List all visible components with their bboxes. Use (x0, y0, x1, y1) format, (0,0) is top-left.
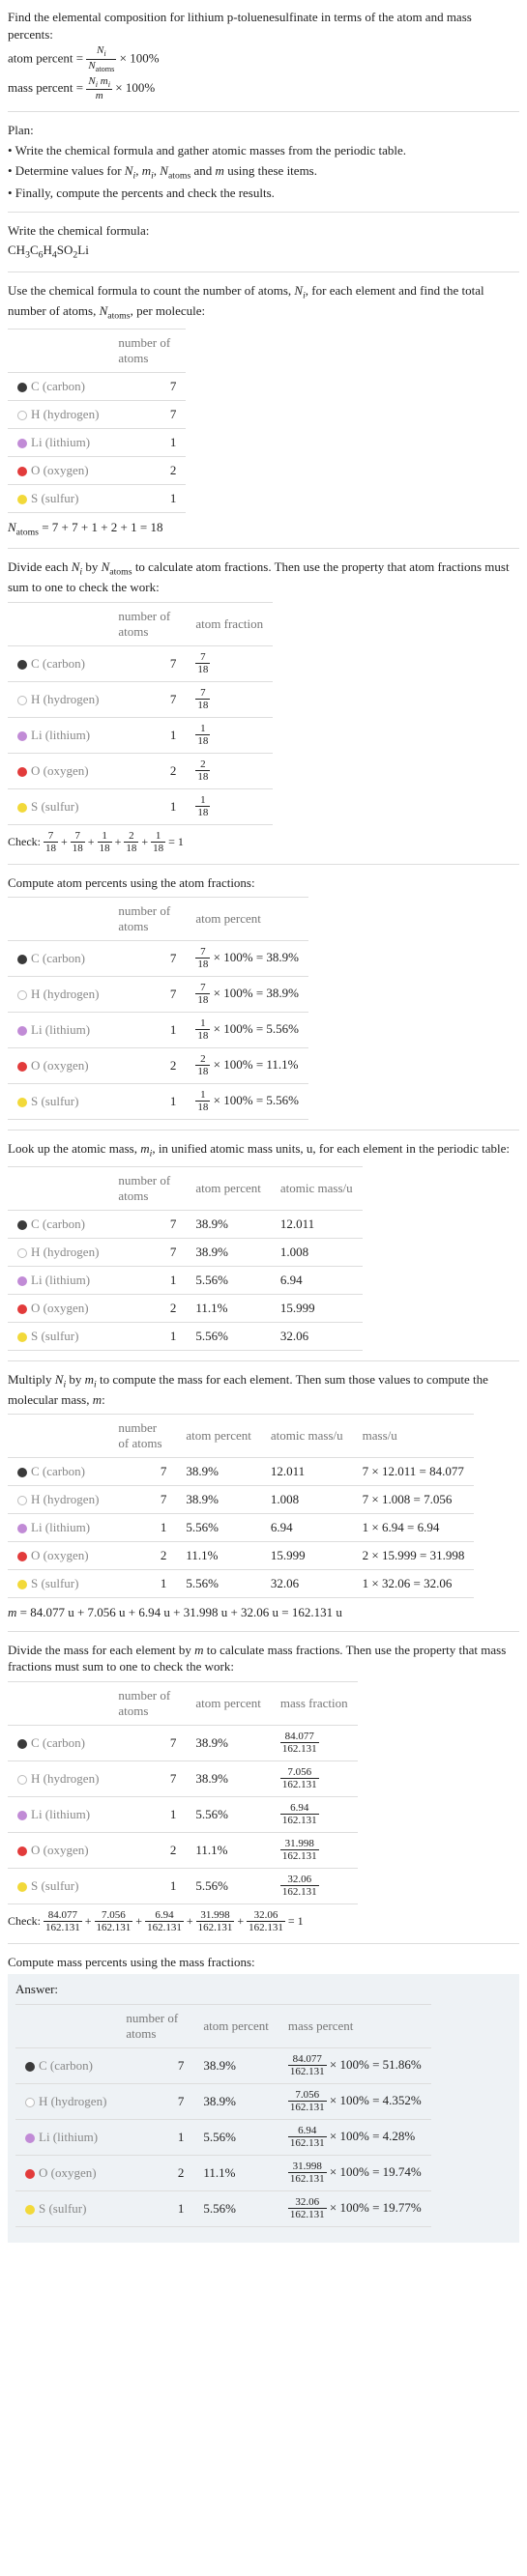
lookup-mass-section: Look up the atomic mass, mi, in unified … (8, 1140, 519, 1351)
table-row: O (oxygen)211.1%15.999 (8, 1294, 363, 1322)
table-row: H (hydrogen)7 (8, 400, 186, 428)
mass-percent-formula: mass percent = Ni mim × 100% (8, 76, 519, 101)
table-row: H (hydrogen)738.9%7.056162.131 × 100% = … (15, 2083, 431, 2119)
write-formula-section: Write the chemical formula: CH3C6H4SO2Li (8, 222, 519, 262)
atom-percents-table: number of atomsatom percent C (carbon)77… (8, 897, 308, 1120)
table-row: H (hydrogen)738.9%1.0087 × 1.008 = 7.056 (8, 1486, 474, 1514)
table-row: C (carbon)7 (8, 372, 186, 400)
table-row: S (sulfur)1118 (8, 788, 273, 824)
table-row: Li (lithium)15.56%6.94162.131 (8, 1796, 358, 1832)
table-row: S (sulfur)15.56%32.061 × 32.06 = 32.06 (8, 1570, 474, 1598)
table-row: Li (lithium)1118 (8, 717, 273, 753)
table-row: C (carbon)738.9%12.0117 × 12.011 = 84.07… (8, 1458, 474, 1486)
atom-percent-formula: atom percent = NiNatoms × 100% (8, 45, 519, 73)
mass-fractions-check: Check: 84.077162.131 + 7.056162.131 + 6.… (8, 1910, 519, 1933)
table-row: S (sulfur)1 (8, 484, 186, 512)
table-row: Li (lithium)1 (8, 428, 186, 456)
table-row: O (oxygen)211.1%31.998162.131 (8, 1832, 358, 1868)
mass-fractions-table: number of atomsatom percentmass fraction… (8, 1681, 358, 1904)
table-row: H (hydrogen)7718 (8, 681, 273, 717)
plan-bullet-2: • Determine values for Ni, mi, Natoms an… (8, 162, 519, 183)
mass-percents-table: number of atomsatom percentmass percent … (15, 2004, 431, 2227)
multiply-section: Multiply Ni by mi to compute the mass fo… (8, 1371, 519, 1621)
mass-percents-section: Compute mass percents using the mass fra… (8, 1954, 519, 2243)
table-row: Li (lithium)15.56%6.94162.131 × 100% = 4… (15, 2119, 431, 2155)
plan-heading: Plan: (8, 122, 519, 139)
multiply-table: number of atomsatom percentatomic mass/u… (8, 1414, 474, 1598)
table-row: O (oxygen)211.1%31.998162.131 × 100% = 1… (15, 2155, 431, 2190)
table-row: C (carbon)738.9%84.077162.131 × 100% = 5… (15, 2047, 431, 2083)
atom-percents-section: Compute atom percents using the atom fra… (8, 874, 519, 1121)
mass-fractions-section: Divide the mass for each element by m to… (8, 1642, 519, 1933)
table-row: S (sulfur)15.56%32.06162.131 × 100% = 19… (15, 2190, 431, 2226)
intro-prompt: Find the elemental composition for lithi… (8, 9, 519, 43)
table-row: H (hydrogen)7718 × 100% = 38.9% (8, 977, 308, 1013)
table-row: Li (lithium)15.56%6.94 (8, 1266, 363, 1294)
table-row: O (oxygen)2218 (8, 753, 273, 788)
table-row: Li (lithium)15.56%6.941 × 6.94 = 6.94 (8, 1514, 474, 1542)
table-row: C (carbon)7718 (8, 645, 273, 681)
chemical-formula: CH3C6H4SO2Li (8, 242, 519, 262)
count-atoms-section: Use the chemical formula to count the nu… (8, 282, 519, 538)
atom-fractions-section: Divide each Ni by Natoms to calculate at… (8, 558, 519, 853)
table-row: H (hydrogen)738.9%1.008 (8, 1238, 363, 1266)
table-row: C (carbon)738.9%12.011 (8, 1210, 363, 1238)
table-row: O (oxygen)2218 × 100% = 11.1% (8, 1048, 308, 1084)
table-row: C (carbon)738.9%84.077162.131 (8, 1725, 358, 1760)
atoms-count-table: number of atoms C (carbon)7 H (hydrogen)… (8, 329, 186, 513)
write-formula-heading: Write the chemical formula: (8, 222, 519, 240)
mass-sum: m = 84.077 u + 7.056 u + 6.94 u + 31.998… (8, 1604, 519, 1621)
answer-box: Answer: number of atomsatom percentmass … (8, 1974, 519, 2243)
atom-fractions-table: number of atomsatom fraction C (carbon)7… (8, 602, 273, 825)
table-row: S (sulfur)15.56%32.06162.131 (8, 1868, 358, 1903)
intro-section: Find the elemental composition for lithi… (8, 9, 519, 101)
lookup-mass-table: number of atomsatom percentatomic mass/u… (8, 1166, 363, 1351)
plan-section: Plan: • Write the chemical formula and g… (8, 122, 519, 201)
table-row: C (carbon)7718 × 100% = 38.9% (8, 941, 308, 977)
atom-fractions-check: Check: 718 + 718 + 118 + 218 + 118 = 1 (8, 831, 519, 854)
table-row: S (sulfur)15.56%32.06 (8, 1322, 363, 1350)
table-row: Li (lithium)1118 × 100% = 5.56% (8, 1013, 308, 1048)
table-row: S (sulfur)1118 × 100% = 5.56% (8, 1084, 308, 1120)
natoms-total: Natoms = 7 + 7 + 1 + 2 + 1 = 18 (8, 519, 519, 539)
plan-bullet-1: • Write the chemical formula and gather … (8, 142, 519, 159)
table-row: H (hydrogen)738.9%7.056162.131 (8, 1760, 358, 1796)
plan-bullet-3: • Finally, compute the percents and chec… (8, 185, 519, 202)
table-row: O (oxygen)2 (8, 456, 186, 484)
table-row: O (oxygen)211.1%15.9992 × 15.999 = 31.99… (8, 1542, 474, 1570)
answer-label: Answer: (15, 1981, 512, 1998)
